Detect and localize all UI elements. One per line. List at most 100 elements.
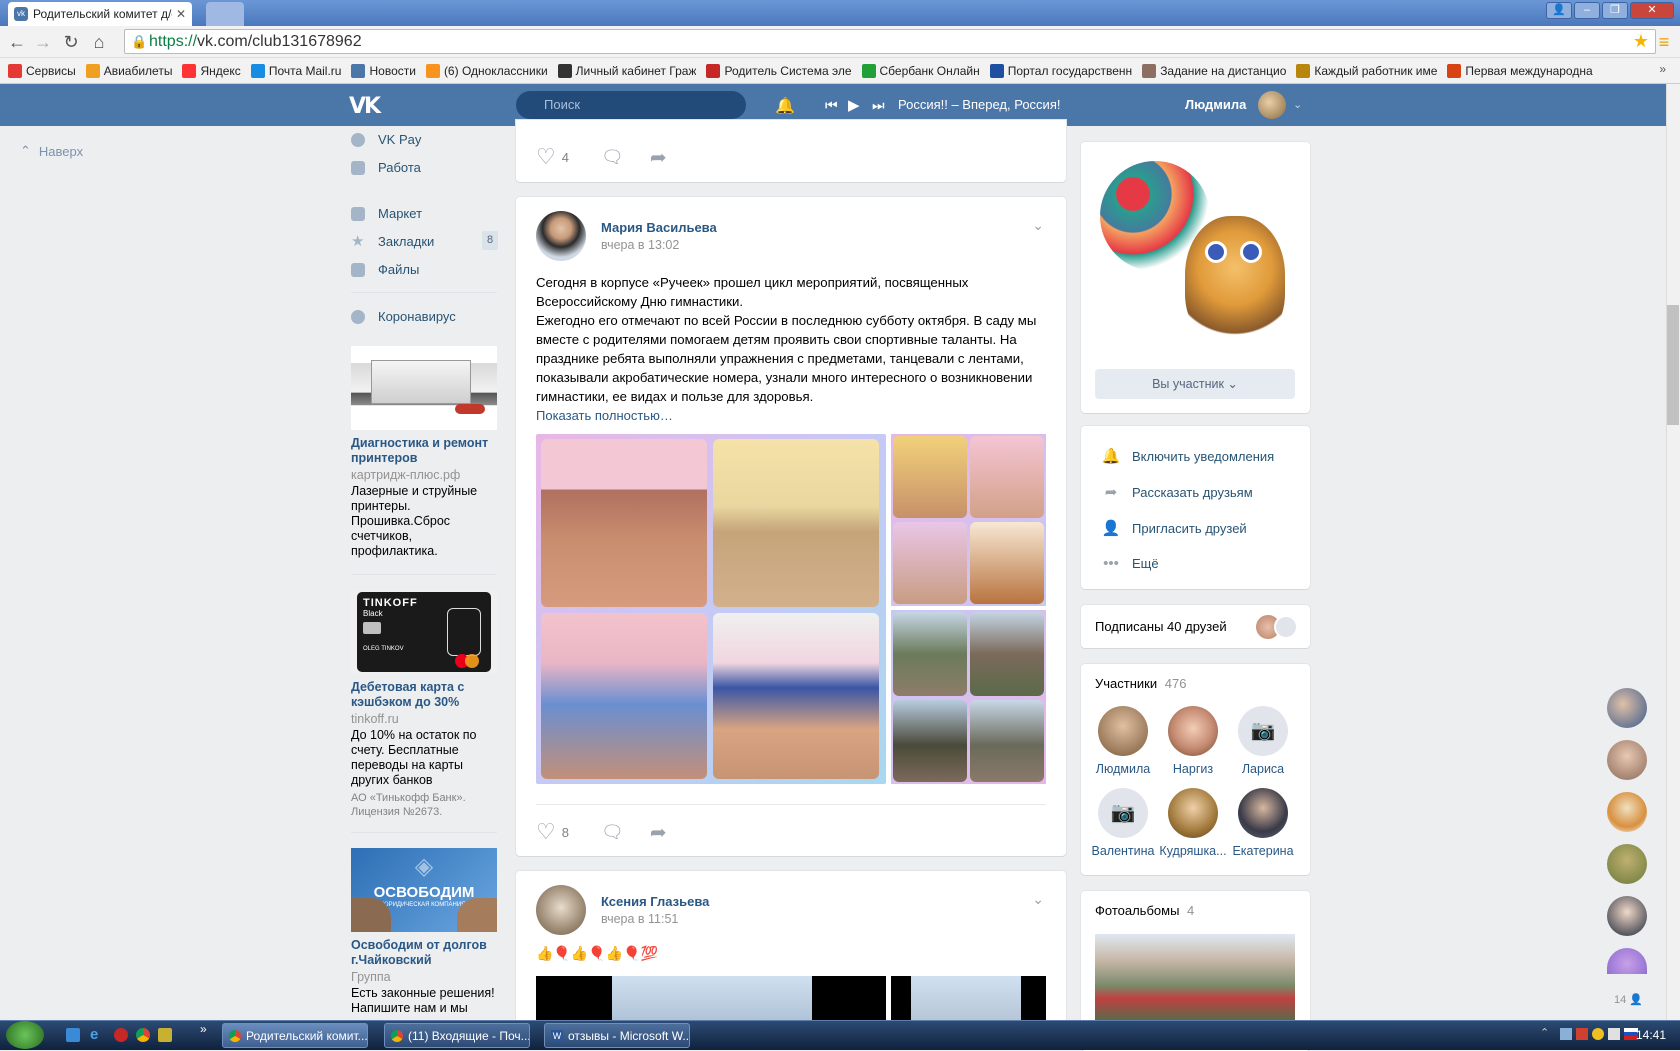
app-icon[interactable] — [158, 1028, 172, 1042]
member-item[interactable]: Екатерина — [1227, 788, 1299, 858]
ad-title[interactable]: Дебетовая карта с кэшбэком до 30% — [351, 680, 497, 710]
post-menu-chevron-icon[interactable]: ⌄ — [1032, 217, 1044, 234]
enable-notifications-link[interactable]: 🔔 Включить уведомления — [1102, 447, 1275, 465]
tell-friends-link[interactable]: ➦ Рассказать друзьям — [1105, 483, 1253, 501]
chrome-icon[interactable] — [136, 1028, 150, 1042]
post-author-name[interactable]: Мария Васильева — [601, 220, 717, 235]
ad-printers[interactable]: Диагностика и ремонт принтеров картридж-… — [351, 346, 497, 559]
bookmark-star-icon[interactable]: ★ — [1633, 31, 1649, 52]
member-item[interactable]: 📷 Лариса — [1227, 706, 1299, 776]
album-cover[interactable] — [1095, 934, 1295, 1020]
bookmark-item[interactable]: Задание на дистанцио — [1142, 63, 1286, 78]
show-more-link[interactable]: Показать полностью… — [536, 408, 673, 423]
ad-title[interactable]: Освободим от долгов г.Чайковский — [351, 938, 497, 968]
volume-icon[interactable] — [1608, 1028, 1620, 1040]
taskbar-clock[interactable]: 14:41 — [1636, 1028, 1666, 1042]
chat-avatar[interactable] — [1607, 740, 1647, 780]
more-actions-link[interactable]: ••• Ещё — [1103, 555, 1159, 572]
bookmark-item[interactable]: Каждый работник име — [1296, 63, 1437, 78]
menu-item-market[interactable]: Маркет — [351, 206, 422, 221]
photo-collage-3[interactable] — [891, 610, 1046, 784]
bookmark-item[interactable]: (6) Одноклассники — [425, 63, 548, 78]
tray-app-icon[interactable] — [1592, 1028, 1604, 1040]
chat-avatar[interactable] — [1607, 792, 1647, 832]
member-item[interactable]: 📷 Валентина — [1087, 788, 1159, 858]
menu-item-coronavirus[interactable]: Коронавирус — [351, 309, 456, 324]
bookmark-item[interactable]: Первая международна — [1447, 63, 1593, 78]
members-header[interactable]: Участники 476 — [1095, 676, 1186, 691]
home-icon[interactable]: ⌂ — [88, 31, 110, 53]
post-author-name[interactable]: Ксения Глазьева — [601, 894, 709, 909]
albums-header[interactable]: Фотоальбомы 4 — [1095, 903, 1194, 918]
ad-tinkoff[interactable]: TINKOFF Black OLEG TINKOV Дебетовая карт… — [351, 590, 497, 819]
member-item[interactable]: Наргиз — [1157, 706, 1229, 776]
back-to-top-link[interactable]: ⌃ Наверх — [20, 143, 83, 159]
ad-debts[interactable]: ◈ ОСВОБОДИМ ЮРИДИЧЕСКАЯ КОМПАНИЯ Освобод… — [351, 848, 497, 1016]
back-icon[interactable]: ← — [6, 31, 28, 53]
member-item[interactable]: Людмила — [1087, 706, 1159, 776]
membership-button[interactable]: Вы участник ⌄ — [1095, 369, 1295, 399]
start-button-icon[interactable] — [6, 1021, 44, 1049]
next-track-icon[interactable]: ⏭ — [872, 97, 885, 114]
bookmark-item[interactable]: Сервисы — [8, 63, 76, 78]
menu-item-work[interactable]: Работа — [351, 160, 421, 175]
reload-icon[interactable]: ↻ — [60, 31, 82, 53]
menu-icon[interactable]: ≡ — [1653, 31, 1675, 53]
post-author-avatar[interactable] — [536, 211, 586, 261]
now-playing-track[interactable]: Россия!! – Вперед, Россия! — [898, 97, 1060, 112]
ie-icon[interactable]: e — [90, 1026, 98, 1043]
browser-tab-active[interactable]: vk Родительский комитет д/с ✕ — [8, 2, 192, 26]
antivirus-icon[interactable] — [1576, 1028, 1588, 1040]
notifications-bell-icon[interactable]: 🔔 — [775, 96, 795, 116]
menu-item-files[interactable]: Файлы — [351, 262, 419, 277]
share-icon[interactable]: ➦ — [650, 820, 667, 845]
media-player-icon[interactable] — [66, 1028, 80, 1042]
user-profile-icon[interactable]: 👤 — [1546, 2, 1572, 19]
bookmark-item[interactable]: Портал государственн — [989, 63, 1132, 78]
member-item[interactable]: Кудряшка... — [1157, 788, 1229, 858]
close-window-icon[interactable]: ✕ — [1630, 2, 1674, 19]
header-avatar[interactable] — [1258, 91, 1286, 119]
prev-track-icon[interactable]: ⏮ — [825, 97, 838, 114]
group-cover-image[interactable] — [1095, 156, 1295, 356]
play-icon[interactable]: ▶ — [848, 96, 860, 114]
like-icon[interactable]: ♡ — [536, 144, 556, 170]
bookmark-item[interactable]: Авиабилеты — [85, 63, 172, 78]
post-menu-chevron-icon[interactable]: ⌄ — [1032, 891, 1044, 908]
bookmark-item[interactable]: Родитель Система эле — [706, 63, 852, 78]
friends-subscribed-card[interactable]: Подписаны 40 друзей — [1081, 605, 1310, 648]
network-icon[interactable] — [1560, 1028, 1572, 1040]
bookmarks-overflow-icon[interactable]: » — [1659, 62, 1666, 76]
post-author-avatar[interactable] — [536, 885, 586, 935]
taskbar-task[interactable]: Родительский комит... — [222, 1023, 368, 1048]
bookmark-item[interactable]: Новости — [351, 63, 416, 78]
invite-friends-link[interactable]: 👤 Пригласить друзей — [1102, 519, 1247, 537]
maximize-icon[interactable]: ❐ — [1602, 2, 1628, 19]
page-scrollbar[interactable] — [1666, 84, 1680, 1020]
chat-avatar[interactable] — [1607, 688, 1647, 728]
opera-icon[interactable] — [114, 1028, 128, 1042]
forward-icon[interactable]: → — [32, 31, 54, 53]
menu-item-vkpay[interactable]: VK Pay — [351, 132, 421, 147]
post-timestamp[interactable]: вчера в 11:51 — [601, 912, 678, 926]
comment-icon[interactable]: 🗨 — [601, 822, 624, 843]
header-user-name[interactable]: Людмила — [1185, 97, 1246, 112]
minimize-icon[interactable]: – — [1574, 2, 1600, 19]
bookmark-item[interactable]: Сбербанк Онлайн — [861, 63, 980, 78]
online-friends-count[interactable]: 14 👤 — [1614, 993, 1643, 1006]
chat-avatar[interactable] — [1607, 844, 1647, 884]
bookmark-item[interactable]: Личный кабинет Граж — [557, 63, 696, 78]
vk-logo[interactable]: VK — [349, 94, 383, 119]
photo-collage-1[interactable] — [536, 434, 886, 784]
tab-close-icon[interactable]: ✕ — [176, 7, 186, 21]
chat-avatar[interactable] — [1607, 896, 1647, 936]
tray-expand-icon[interactable]: ⌃ — [1540, 1026, 1549, 1039]
taskbar-expand-icon[interactable]: » — [200, 1022, 207, 1036]
chevron-down-icon[interactable]: ⌄ — [1293, 98, 1302, 111]
scrollbar-thumb[interactable] — [1667, 305, 1679, 425]
address-bar[interactable]: 🔒 https://vk.com/club131678962 ★ — [124, 29, 1656, 54]
post-timestamp[interactable]: вчера в 13:02 — [601, 238, 679, 252]
like-icon[interactable]: ♡ — [536, 819, 556, 845]
chat-avatar[interactable] — [1607, 948, 1647, 974]
share-icon[interactable]: ➦ — [650, 145, 667, 170]
